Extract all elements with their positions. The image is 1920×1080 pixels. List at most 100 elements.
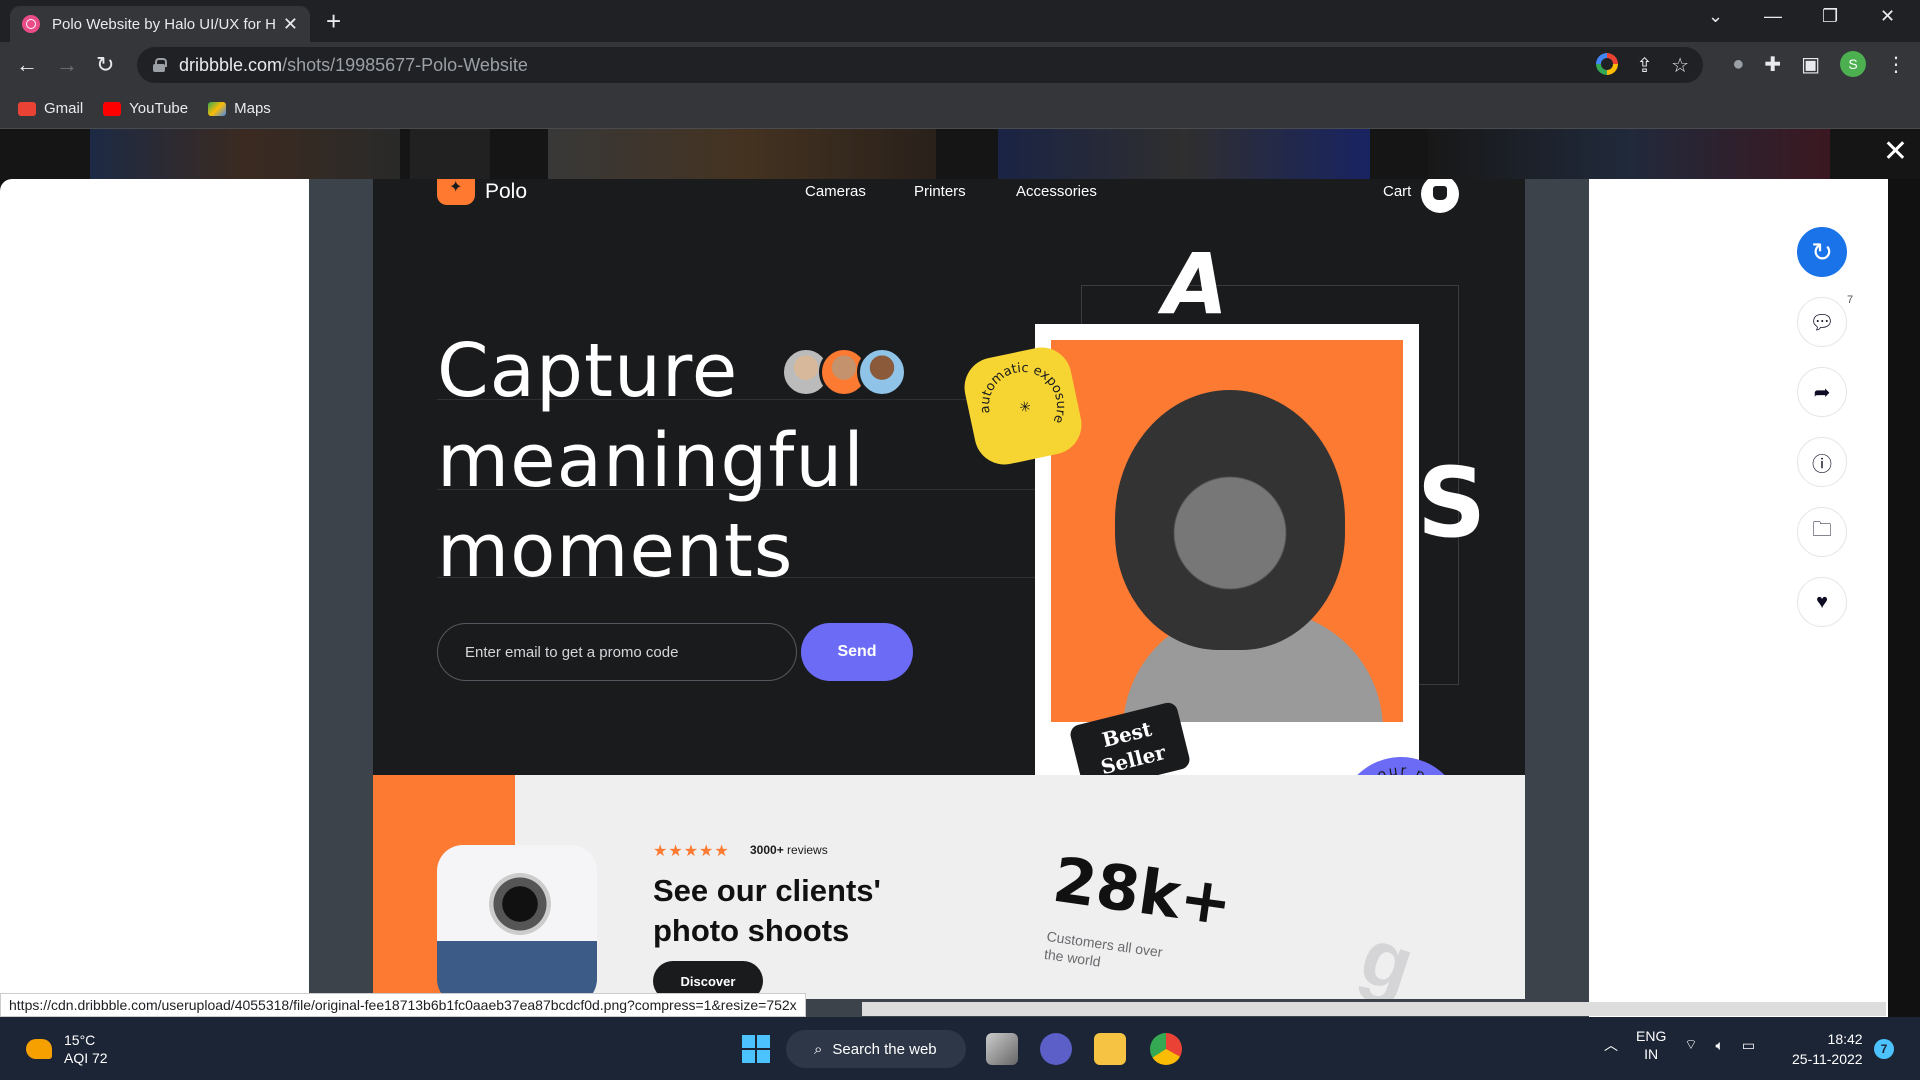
browser-toolbar: ← → ↻ dribbble.com /shots/19985677-Polo-… xyxy=(0,42,1920,89)
back-icon[interactable]: ← xyxy=(16,51,38,79)
clock[interactable]: 18:42 25-11-2022 xyxy=(1792,1029,1863,1069)
gmail-icon xyxy=(18,101,36,116)
menu-printers: Printers xyxy=(914,183,966,200)
volume-icon[interactable]: 🔈︎ xyxy=(1716,1037,1724,1054)
menu-cameras: Cameras xyxy=(805,183,866,200)
bookmark-youtube[interactable]: YouTube xyxy=(103,100,188,117)
share-icon[interactable]: ⇪ xyxy=(1636,53,1653,78)
comments-count: 7 xyxy=(1842,292,1858,308)
sticker-ring: automatic exposure ✳ xyxy=(969,353,1072,443)
profile-avatar[interactable]: S xyxy=(1840,51,1866,77)
search-label: Search the web xyxy=(832,1040,937,1058)
decorative-letter-s: S xyxy=(1417,447,1487,559)
notification-count-badge[interactable]: 7 xyxy=(1874,1039,1894,1059)
tab-title: Polo Website by Halo UI/UX for H xyxy=(52,15,275,33)
related-shots-strip: ✕ xyxy=(0,129,1920,179)
file-explorer-icon[interactable] xyxy=(1094,1033,1126,1065)
clients-heading: See our clients' photo shoots xyxy=(653,871,881,951)
wifi-icon[interactable]: ⌔ xyxy=(1684,1036,1697,1054)
save-to-collection-button[interactable]: 🗀 xyxy=(1797,507,1847,557)
taskbar-search[interactable]: ⌕ Search the web xyxy=(786,1030,966,1068)
reviews-label: reviews xyxy=(787,843,828,857)
omnibox-actions: ⇪ ☆ xyxy=(1596,53,1689,78)
new-tab-icon[interactable]: + xyxy=(326,6,341,36)
menu-accessories: Accessories xyxy=(1016,183,1097,200)
model-photo xyxy=(1051,340,1403,722)
address-bar[interactable]: dribbble.com /shots/19985677-Polo-Websit… xyxy=(137,47,1703,83)
headline-line: meaningful xyxy=(437,418,865,504)
shot-modal: Polo Cameras Printers Accessories Cart C… xyxy=(0,179,1888,1017)
chevron-up-icon[interactable]: ︿ xyxy=(1604,1035,1618,1055)
info-button[interactable]: ⓘ xyxy=(1797,437,1847,487)
bookmark-gmail[interactable]: Gmail xyxy=(18,100,83,117)
comments-button[interactable]: 💬︎ 7 xyxy=(1797,292,1858,347)
minimize-icon[interactable]: — xyxy=(1764,6,1782,27)
horizontal-scrollbar[interactable] xyxy=(862,1002,1886,1016)
polo-logo-icon xyxy=(437,179,475,205)
related-shot-thumb[interactable] xyxy=(998,129,1370,179)
tab-search-icon[interactable]: ⌄ xyxy=(1708,6,1723,27)
menu-kebab-icon[interactable]: ⋮ xyxy=(1886,52,1906,77)
forward-icon[interactable]: → xyxy=(56,51,78,79)
toolbar-extensions: ● ✚ ▣ S ⋮ xyxy=(1732,51,1906,77)
shot-overlay: ✕ Polo Cameras Printers Accessories Cart xyxy=(0,129,1920,1017)
chrome-icon[interactable] xyxy=(1150,1033,1182,1065)
extension-icon[interactable]: ● xyxy=(1732,53,1744,76)
weather-widget[interactable]: 15°C AQI 72 xyxy=(26,1031,108,1067)
youtube-icon xyxy=(103,101,122,116)
region-code: IN xyxy=(1644,1046,1659,1062)
polo-brand: Polo xyxy=(437,179,527,205)
lang-code: ENG xyxy=(1636,1028,1667,1044)
model-portrait xyxy=(1115,390,1345,650)
reviews-section: ★★★★★ 3000+ reviews See our clients' pho… xyxy=(373,775,1525,999)
asterisk-icon: ✳ xyxy=(1018,398,1033,416)
related-shot-thumb[interactable] xyxy=(548,129,936,179)
teams-chat-icon[interactable] xyxy=(1040,1033,1072,1065)
cart-bag-icon xyxy=(1421,179,1459,213)
lock-icon xyxy=(153,58,167,72)
bookmark-label: Maps xyxy=(234,100,271,117)
related-shot-thumb[interactable] xyxy=(410,129,490,179)
bookmark-star-icon[interactable]: ☆ xyxy=(1671,53,1689,78)
close-window-icon[interactable]: ✕ xyxy=(1880,6,1895,27)
bookmark-maps[interactable]: Maps xyxy=(208,100,271,117)
heart-icon: ♥ xyxy=(1816,590,1828,613)
headline-line: Capture xyxy=(437,328,739,414)
battery-icon[interactable]: ▭ xyxy=(1742,1037,1755,1054)
start-icon[interactable] xyxy=(742,1035,770,1063)
language-indicator[interactable]: ENG IN xyxy=(1636,1027,1666,1063)
clients-heading-line: See our clients' xyxy=(653,873,881,908)
bookmark-label: YouTube xyxy=(129,100,189,117)
share-arrow-icon: ➦ xyxy=(1813,381,1831,404)
instant-camera-image xyxy=(437,845,597,999)
shot-image[interactable]: Polo Cameras Printers Accessories Cart C… xyxy=(373,179,1525,999)
url-path: /shots/19985677-Polo-Website xyxy=(282,54,528,75)
polo-hero: Polo Cameras Printers Accessories Cart C… xyxy=(373,179,1525,881)
restore-icon[interactable]: ❐ xyxy=(1822,6,1838,27)
clients-heading-line: photo shoots xyxy=(653,913,850,948)
task-view-icon[interactable] xyxy=(986,1033,1018,1065)
weather-icon xyxy=(26,1039,52,1059)
reload-icon[interactable]: ↻ xyxy=(96,51,114,79)
google-lens-icon[interactable] xyxy=(1596,53,1619,75)
related-shot-thumb[interactable] xyxy=(90,129,400,179)
related-shot-thumb[interactable] xyxy=(1428,129,1830,179)
share-button[interactable]: ➦ xyxy=(1797,367,1847,417)
maps-icon xyxy=(208,101,227,116)
close-tab-icon[interactable]: ✕ xyxy=(283,14,298,35)
close-overlay-icon[interactable]: ✕ xyxy=(1883,137,1908,167)
refresh-spark-icon: ↻ xyxy=(1811,236,1833,267)
puzzle-extensions-icon[interactable]: ✚ xyxy=(1764,52,1781,77)
bookmark-label: Gmail xyxy=(44,100,84,117)
like-button[interactable]: ♥ xyxy=(1797,577,1847,627)
comment-icon: 💬︎ xyxy=(1809,311,1835,334)
reviews-count: 3000+ reviews xyxy=(750,843,828,857)
decorative-letter-g: g xyxy=(1350,910,1425,999)
status-bar-url: https://cdn.dribbble.com/userupload/4055… xyxy=(0,993,806,1017)
browser-tab[interactable]: Polo Website by Halo UI/UX for H ✕ xyxy=(10,6,310,42)
designer-profile-button[interactable]: ↻ xyxy=(1797,227,1847,277)
automatic-exposure-sticker: automatic exposure ✳ xyxy=(958,341,1088,471)
side-panel-icon[interactable]: ▣ xyxy=(1801,52,1820,77)
send-button: Send xyxy=(801,623,913,681)
promo-email-field: Enter email to get a promo code xyxy=(437,623,797,681)
